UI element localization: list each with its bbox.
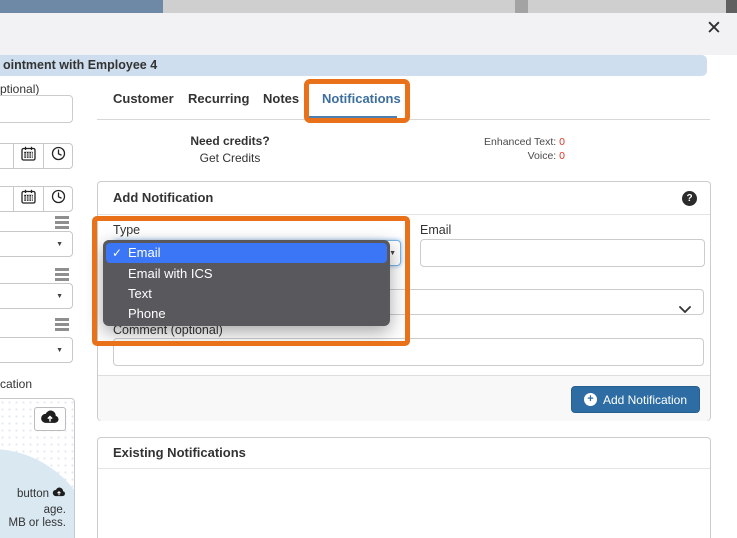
comment-input[interactable] — [113, 338, 704, 366]
caret-down-icon: ▼ — [56, 241, 63, 248]
upload-hint-line-1: button — [17, 487, 66, 500]
optional-label-fragment: ptional) — [0, 82, 39, 96]
calendar-icon — [21, 189, 36, 209]
voice-label: Voice: — [528, 150, 557, 162]
browser-chrome-strip — [163, 0, 737, 13]
caret-down-icon: ▼ — [56, 293, 63, 300]
list-icon[interactable] — [55, 268, 69, 281]
menu-item-label: Email — [128, 245, 161, 260]
location-label-fragment: cation — [0, 377, 32, 391]
existing-notifications-panel: Existing Notifications — [97, 437, 711, 538]
chevron-down-icon — [679, 300, 691, 318]
upload-hint-line-2: age. — [44, 504, 66, 516]
menu-item-email-with-ics[interactable]: Email with ICS — [103, 264, 390, 284]
cloud-upload-icon — [52, 487, 66, 500]
email-input[interactable] — [420, 239, 705, 267]
get-credits-link[interactable]: Get Credits — [130, 151, 330, 165]
modal-header-area — [0, 13, 737, 55]
add-notification-button[interactable]: + Add Notification — [571, 386, 700, 413]
voice-value: 0 — [559, 150, 565, 162]
need-credits-label: Need credits? — [130, 134, 330, 148]
modal-title: ointment with Employee 4 — [3, 55, 157, 76]
existing-notifications-header: Existing Notifications — [98, 438, 710, 469]
tab-recurring[interactable]: Recurring — [188, 91, 249, 106]
check-icon: ✓ — [112, 243, 122, 263]
left-select-3[interactable]: ▼ — [0, 337, 73, 363]
list-icon[interactable] — [55, 216, 69, 229]
upload-hint-line-3: MB or less. — [8, 517, 66, 529]
upload-hint-text: button — [17, 488, 49, 500]
tabbar-divider — [97, 119, 710, 120]
calendar-button[interactable] — [13, 187, 43, 211]
list-icon[interactable] — [55, 318, 69, 331]
menu-item-email[interactable]: ✓ Email — [106, 243, 387, 263]
caret-down-icon: ▼ — [56, 347, 63, 354]
scrollbar-thumb[interactable] — [515, 0, 528, 13]
screen: ✕ ointment with Employee 4 ptional) — [0, 0, 737, 538]
browser-tab-strip — [0, 0, 163, 13]
upload-button[interactable] — [34, 407, 66, 431]
help-question-icon[interactable]: ? — [682, 191, 697, 206]
time-button[interactable] — [43, 187, 73, 211]
plus-circle-icon: + — [584, 393, 597, 406]
tab-customer[interactable]: Customer — [113, 91, 174, 106]
upload-dropzone-panel: button age. MB or less. — [0, 398, 75, 538]
time-button[interactable] — [43, 144, 73, 168]
enhanced-text-value: 0 — [559, 136, 565, 148]
active-tab-underline — [308, 116, 397, 119]
voice-credits: Voice: 0 — [425, 150, 565, 162]
clock-icon — [51, 146, 66, 166]
email-label: Email — [420, 223, 451, 237]
menu-item-phone[interactable]: Phone — [103, 304, 390, 324]
close-icon[interactable]: ✕ — [702, 17, 726, 41]
type-label: Type — [113, 223, 140, 237]
left-select-2[interactable]: 1 ▼ — [0, 283, 73, 309]
enhanced-text-credits: Enhanced Text: 0 — [425, 136, 565, 148]
left-select-1[interactable]: ▼ — [0, 231, 73, 257]
add-notification-footer: + Add Notification — [98, 375, 710, 421]
left-text-input[interactable] — [0, 95, 73, 123]
add-notification-button-label: Add Notification — [603, 393, 687, 407]
calendar-button[interactable] — [13, 144, 43, 168]
cloud-upload-icon — [40, 410, 60, 429]
caret-down-icon: ▼ — [389, 250, 396, 257]
calendar-icon — [21, 146, 36, 166]
add-notification-header: Add Notification ? — [98, 182, 710, 215]
clock-icon — [51, 189, 66, 209]
modal-title-band: ointment with Employee 4 — [0, 55, 707, 76]
tab-notes[interactable]: Notes — [263, 91, 299, 106]
datetime-group-2 — [0, 186, 73, 212]
window-edge — [726, 0, 737, 13]
add-notification-title: Add Notification — [113, 190, 213, 205]
menu-item-text[interactable]: Text — [103, 284, 390, 304]
datetime-group-1 — [0, 143, 73, 169]
type-dropdown-menu: ✓ Email Email with ICS Text Phone — [103, 240, 390, 326]
tab-notifications[interactable]: Notifications — [322, 91, 401, 106]
enhanced-text-label: Enhanced Text: — [484, 136, 556, 148]
